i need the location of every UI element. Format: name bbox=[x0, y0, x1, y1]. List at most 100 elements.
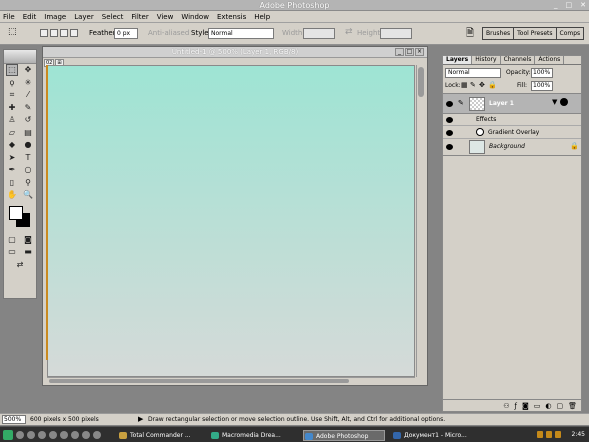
marquee-tool-preset-icon[interactable]: ⬚ bbox=[8, 27, 17, 37]
layer-effects-row[interactable]: Effects bbox=[443, 113, 581, 126]
height-input[interactable] bbox=[380, 28, 412, 39]
menu-view[interactable]: View bbox=[157, 13, 174, 21]
menu-select[interactable]: Select bbox=[102, 13, 124, 21]
layer1-expand-icon[interactable]: ▼ bbox=[552, 98, 557, 106]
lock-position-icon[interactable]: ✥ bbox=[479, 81, 485, 89]
dodge-tool-icon[interactable]: ● bbox=[22, 140, 34, 150]
gradient-tool-icon[interactable]: ▤ bbox=[22, 128, 34, 138]
zoom-tool-icon[interactable]: 🔍 bbox=[22, 190, 34, 200]
link-layers-icon[interactable]: ⚇ bbox=[503, 402, 509, 410]
menu-image[interactable]: Image bbox=[44, 13, 66, 21]
delete-layer-icon[interactable]: 🗑 bbox=[568, 402, 577, 410]
tab-layers[interactable]: Layers bbox=[443, 56, 473, 64]
new-set-icon[interactable]: ▭ bbox=[534, 402, 541, 410]
menu-edit[interactable]: Edit bbox=[23, 13, 37, 21]
doc-minimize-icon[interactable]: _ bbox=[395, 48, 404, 56]
crop-tool-icon[interactable]: ⌗ bbox=[6, 90, 18, 100]
taskbar-item-photoshop[interactable]: Adobe Photoshop bbox=[303, 430, 385, 441]
close-icon[interactable]: ✕ bbox=[580, 1, 586, 9]
new-layer-icon[interactable]: ▢ bbox=[556, 402, 563, 410]
pen-tool-icon[interactable]: ✒ bbox=[6, 165, 18, 175]
taskbar-item-dreamweaver[interactable]: Macromedia Drea... bbox=[210, 430, 302, 441]
layer-row-background[interactable]: Background 🔒 bbox=[443, 139, 581, 156]
fill-input[interactable]: 100% bbox=[531, 81, 553, 91]
style-select[interactable]: Normal bbox=[208, 28, 274, 39]
taskbar-item-word[interactable]: Документ1 - Micro... bbox=[392, 430, 476, 441]
anti-aliased-checkbox[interactable]: Anti-aliased bbox=[148, 29, 189, 37]
screen-mode-1-icon[interactable]: ▭ bbox=[6, 247, 18, 257]
color-swatches[interactable] bbox=[6, 204, 34, 232]
magic-wand-icon[interactable]: ✳ bbox=[22, 78, 34, 88]
menu-filter[interactable]: Filter bbox=[131, 13, 148, 21]
tab-channels[interactable]: Channels bbox=[501, 56, 536, 64]
background-visibility-eye-icon[interactable] bbox=[446, 144, 453, 150]
menu-window[interactable]: Window bbox=[181, 13, 209, 21]
horizontal-scroll-thumb[interactable] bbox=[49, 379, 349, 383]
opacity-input[interactable]: 100% bbox=[531, 68, 553, 78]
vertical-scroll-thumb[interactable] bbox=[418, 67, 424, 97]
quick-launch-icon-3[interactable] bbox=[38, 431, 46, 439]
healing-brush-icon[interactable]: ✚ bbox=[6, 103, 18, 113]
taskbar-item-total-commander[interactable]: Total Commander ... bbox=[118, 430, 204, 441]
shape-tool-icon[interactable]: ○ bbox=[22, 165, 34, 175]
history-brush-icon[interactable]: ↺ bbox=[22, 115, 34, 125]
quick-launch-icon-6[interactable] bbox=[71, 431, 79, 439]
width-input[interactable] bbox=[303, 28, 335, 39]
jump-to-imageready-icon[interactable]: ⇄ bbox=[14, 260, 26, 270]
tray-icon-1[interactable] bbox=[537, 431, 543, 438]
zoom-field[interactable]: 500% bbox=[2, 415, 26, 424]
tray-icon-3[interactable] bbox=[555, 431, 561, 438]
marquee-tool-icon[interactable]: ⬚ bbox=[6, 64, 18, 77]
clock[interactable]: 2:45 bbox=[572, 431, 585, 438]
feather-input[interactable]: 0 px bbox=[114, 28, 138, 39]
menu-extensis[interactable]: Extensis bbox=[217, 13, 246, 21]
tab-actions[interactable]: Actions bbox=[535, 56, 565, 64]
quick-launch-icon-1[interactable] bbox=[16, 431, 24, 439]
add-style-icon[interactable]: ƒ bbox=[514, 402, 516, 410]
add-mask-icon[interactable]: ◙ bbox=[522, 402, 529, 410]
move-tool-icon[interactable]: ✥ bbox=[22, 65, 34, 75]
slice-tool-icon[interactable]: ⁄ bbox=[22, 90, 34, 100]
standard-mode-icon[interactable]: ▢ bbox=[6, 235, 18, 245]
lock-all-icon[interactable]: 🔒 bbox=[488, 81, 497, 89]
subtract-selection-icon[interactable] bbox=[60, 29, 68, 37]
layer-row-layer1[interactable]: ✎ Layer 1 ▼ bbox=[443, 93, 581, 114]
screen-mode-2-icon[interactable]: ▬ bbox=[22, 247, 34, 257]
tab-brushes[interactable]: Brushes bbox=[483, 28, 515, 39]
quick-launch-icon-8[interactable] bbox=[93, 431, 101, 439]
horizontal-scrollbar[interactable] bbox=[47, 377, 415, 383]
menu-layer[interactable]: Layer bbox=[74, 13, 94, 21]
effects-visibility-eye-icon[interactable] bbox=[446, 117, 453, 123]
menu-help[interactable]: Help bbox=[254, 13, 270, 21]
quick-launch-icon-4[interactable] bbox=[49, 431, 57, 439]
document-size-info[interactable]: 600 pixels x 500 pixels bbox=[30, 416, 99, 423]
canvas[interactable] bbox=[47, 65, 415, 377]
tray-icon-2[interactable] bbox=[546, 431, 552, 438]
brush-tool-icon[interactable]: ✎ bbox=[22, 103, 34, 113]
doc-close-icon[interactable]: × bbox=[415, 48, 424, 56]
layer1-visibility-eye-icon[interactable] bbox=[446, 101, 453, 107]
vertical-scrollbar[interactable] bbox=[416, 65, 425, 377]
start-button-icon[interactable] bbox=[3, 430, 13, 440]
blur-tool-icon[interactable]: ◆ bbox=[6, 140, 18, 150]
quick-mask-icon[interactable]: ◙ bbox=[22, 235, 34, 245]
add-selection-icon[interactable] bbox=[50, 29, 58, 37]
type-tool-icon[interactable]: T bbox=[22, 153, 34, 163]
tab-history[interactable]: History bbox=[472, 56, 501, 64]
quick-launch-icon-7[interactable] bbox=[82, 431, 90, 439]
blend-mode-select[interactable]: Normal bbox=[445, 68, 501, 78]
eraser-tool-icon[interactable]: ▱ bbox=[6, 128, 18, 138]
minimize-icon[interactable]: _ bbox=[554, 1, 558, 9]
intersect-selection-icon[interactable] bbox=[70, 29, 78, 37]
lasso-tool-icon[interactable]: ϙ bbox=[6, 78, 18, 88]
palette-well-icon[interactable]: 🗎 bbox=[466, 26, 474, 43]
path-selection-icon[interactable]: ➤ bbox=[6, 153, 18, 163]
notes-tool-icon[interactable]: ▯ bbox=[6, 178, 18, 188]
gradient-overlay-eye-icon[interactable] bbox=[446, 130, 453, 136]
maximize-icon[interactable]: □ bbox=[566, 1, 573, 9]
quick-launch-icon-2[interactable] bbox=[27, 431, 35, 439]
foreground-color[interactable] bbox=[9, 205, 23, 220]
menu-file[interactable]: File bbox=[3, 13, 15, 21]
lock-transparency-icon[interactable]: ▦ bbox=[461, 81, 468, 89]
new-adjustment-icon[interactable]: ◐ bbox=[545, 402, 551, 410]
